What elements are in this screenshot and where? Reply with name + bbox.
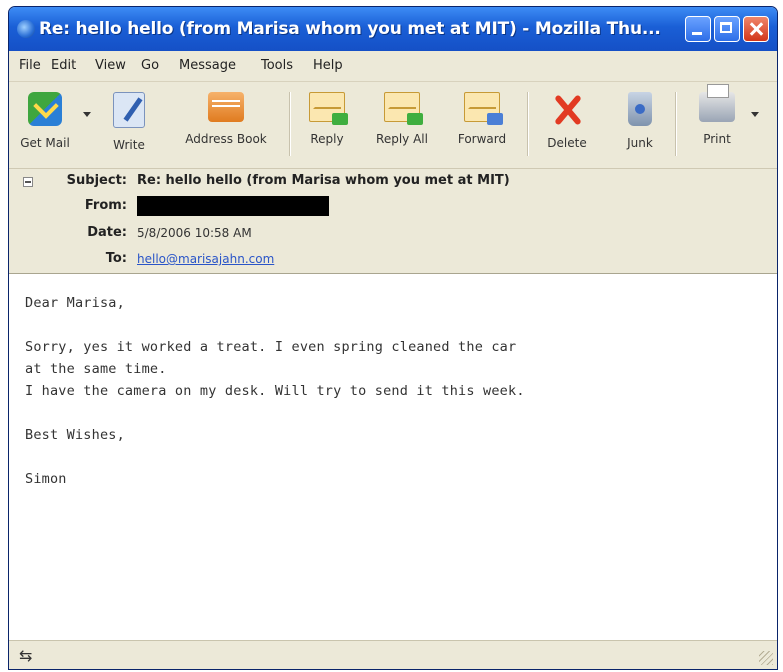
reply-button[interactable]: Reply bbox=[299, 92, 355, 146]
reply-all-label: Reply All bbox=[376, 132, 428, 146]
subject-value: Re: hello hello (from Marisa whom you me… bbox=[137, 173, 510, 188]
forward-button[interactable]: Forward bbox=[447, 92, 517, 146]
message-header: Subject: Re: hello hello (from Marisa wh… bbox=[9, 169, 777, 274]
print-label: Print bbox=[703, 132, 731, 146]
reply-icon bbox=[309, 92, 348, 125]
resize-grip-icon[interactable] bbox=[759, 651, 773, 665]
toolbar: Get Mail Write Address Book Reply Reply … bbox=[9, 82, 777, 169]
get-mail-label: Get Mail bbox=[20, 136, 70, 150]
address-book-button[interactable]: Address Book bbox=[171, 92, 281, 146]
junk-icon bbox=[628, 92, 652, 126]
get-mail-icon bbox=[28, 92, 62, 126]
print-dropdown-icon[interactable] bbox=[751, 112, 759, 117]
menu-edit[interactable]: Edit bbox=[51, 58, 76, 73]
address-book-label: Address Book bbox=[185, 132, 267, 146]
forward-icon bbox=[464, 92, 503, 125]
printer-icon bbox=[699, 84, 735, 122]
date-value: 5/8/2006 10:58 AM bbox=[137, 226, 252, 240]
mail-window: Re: hello hello (from Marisa whom you me… bbox=[8, 6, 778, 670]
toolbar-separator bbox=[675, 92, 677, 156]
toolbar-separator bbox=[289, 92, 291, 156]
to-label: To: bbox=[105, 251, 127, 266]
junk-label: Junk bbox=[627, 136, 653, 150]
online-status-icon[interactable]: ⇆ bbox=[19, 646, 32, 665]
maximize-button[interactable] bbox=[714, 16, 740, 42]
delete-button[interactable]: Delete bbox=[537, 92, 597, 150]
menu-view[interactable]: View bbox=[95, 58, 126, 73]
title-bar[interactable]: Re: hello hello (from Marisa whom you me… bbox=[9, 7, 777, 51]
reply-all-icon bbox=[384, 92, 423, 125]
collapse-header-icon[interactable] bbox=[23, 177, 33, 187]
delete-label: Delete bbox=[547, 136, 587, 150]
get-mail-dropdown-icon[interactable] bbox=[83, 112, 91, 117]
minimize-button[interactable] bbox=[685, 16, 711, 42]
menu-help[interactable]: Help bbox=[313, 58, 343, 73]
menu-tools[interactable]: Tools bbox=[261, 58, 293, 73]
menu-message[interactable]: Message bbox=[179, 58, 236, 73]
toolbar-separator bbox=[527, 92, 529, 156]
status-bar: ⇆ bbox=[9, 640, 777, 669]
write-icon bbox=[113, 92, 145, 128]
menu-file[interactable]: File bbox=[19, 58, 41, 73]
write-label: Write bbox=[113, 138, 145, 152]
from-redacted bbox=[137, 196, 329, 216]
junk-button[interactable]: Junk bbox=[615, 92, 665, 150]
thunderbird-app-icon bbox=[17, 20, 35, 38]
menu-go[interactable]: Go bbox=[141, 58, 159, 73]
reply-all-button[interactable]: Reply All bbox=[367, 92, 437, 146]
subject-label: Subject: bbox=[66, 173, 127, 188]
reply-label: Reply bbox=[310, 132, 344, 146]
get-mail-button[interactable]: Get Mail bbox=[13, 92, 77, 150]
delete-icon bbox=[550, 92, 584, 126]
address-book-icon bbox=[208, 92, 244, 122]
message-body-pane[interactable]: Dear Marisa, Sorry, yes it worked a trea… bbox=[9, 274, 777, 641]
forward-label: Forward bbox=[457, 132, 507, 146]
write-button[interactable]: Write bbox=[101, 92, 157, 152]
to-email-link[interactable]: hello@marisajahn.com bbox=[137, 252, 274, 266]
print-button[interactable]: Print bbox=[689, 84, 745, 146]
window-title: Re: hello hello (from Marisa whom you me… bbox=[39, 19, 661, 39]
message-body-text: Dear Marisa, Sorry, yes it worked a trea… bbox=[25, 295, 525, 487]
close-button[interactable] bbox=[743, 16, 769, 42]
date-label: Date: bbox=[87, 225, 127, 240]
menu-bar: File Edit View Go Message Tools Help bbox=[9, 51, 777, 82]
from-label: From: bbox=[84, 198, 127, 213]
